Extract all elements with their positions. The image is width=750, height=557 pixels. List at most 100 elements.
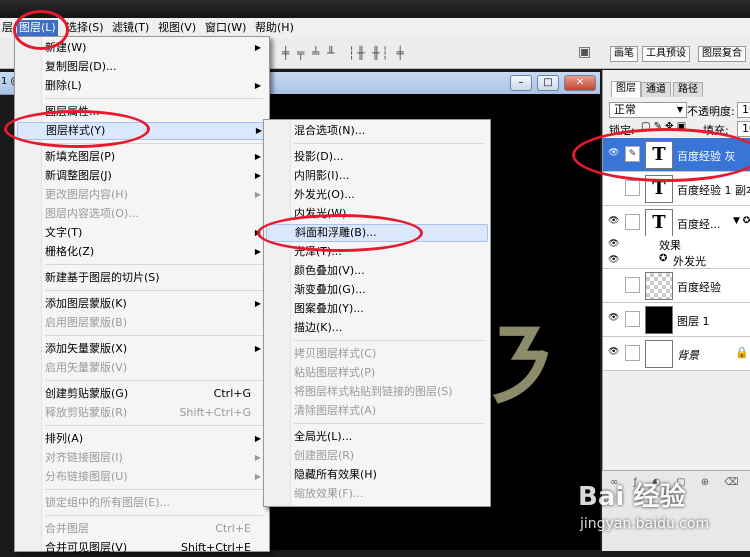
eye-icon[interactable] — [608, 279, 620, 289]
menu-item[interactable]: 渐变叠加(G)... — [266, 281, 486, 299]
distribute-icons[interactable]: ┆╫ ╫┆ ╪ — [348, 46, 406, 60]
layer-row[interactable]: 👁 背景 🔒 — [603, 337, 750, 371]
menu-item-label: 图案叠加(Y)... — [294, 302, 364, 315]
link-box[interactable] — [625, 311, 640, 327]
eye-icon[interactable]: 👁 — [608, 239, 620, 249]
eye-icon[interactable]: 👁 — [608, 313, 620, 323]
menu-item[interactable]: 外发光(O)... — [266, 186, 486, 204]
menu-item-label: 拷贝图层样式(C) — [294, 347, 377, 360]
fill-input[interactable]: 10 — [737, 121, 750, 137]
eye-icon[interactable]: 👁 — [608, 255, 620, 265]
menu-item-label: 创建图层(R) — [294, 449, 355, 462]
menu-item[interactable]: 图案叠加(Y)... — [266, 300, 486, 318]
menu-separator — [45, 380, 263, 381]
menu-item: 锁定组中的所有图层(E)... — [17, 494, 265, 512]
menu-filter[interactable]: 滤镜(T) — [110, 20, 151, 36]
eye-icon[interactable]: 👁 — [608, 216, 620, 226]
layer-row[interactable]: 👁 T 百度经... ▼ ✪ — [603, 206, 750, 240]
submenu-arrow-icon: ▶ — [254, 152, 261, 161]
menu-item[interactable]: 隐藏所有效果(H) — [266, 466, 486, 484]
menu-item[interactable]: 栅格化(Z) ▶ — [17, 243, 265, 261]
menu-item[interactable]: 添加图层蒙版(K) ▶ — [17, 295, 265, 313]
menu-item: 启用图层蒙版(B) — [17, 314, 265, 332]
menu-window[interactable]: 窗口(W) — [203, 20, 248, 36]
menu-item[interactable]: 创建剪贴蒙版(G) Ctrl+G — [17, 385, 265, 403]
effects-row[interactable]: 👁 效果 — [603, 236, 750, 252]
tab-tool-presets[interactable]: 工具预设 — [642, 46, 690, 62]
eye-icon[interactable]: 👁 — [608, 347, 620, 357]
menu-item-shortcut: Ctrl+E — [215, 522, 251, 535]
menu-item[interactable]: 描边(K)... — [266, 319, 486, 337]
maximize-button[interactable]: □ — [537, 75, 559, 91]
menu-item-label: 清除图层样式(A) — [294, 404, 377, 417]
link-box[interactable] — [625, 214, 640, 230]
menu-separator — [294, 143, 484, 144]
menu-select[interactable]: 选择(S) — [64, 20, 106, 36]
menu-item[interactable]: 合并可见图层(V) Shift+Ctrl+E — [17, 539, 265, 557]
menu-item-label: 外发光(O)... — [294, 188, 355, 201]
menu-item-label: 将图层样式粘贴到链接的图层(S) — [294, 385, 453, 398]
menu-item[interactable]: 新调整图层(J) ▶ — [17, 167, 265, 185]
menu-item-label: 合并图层 — [45, 522, 89, 535]
menu-separator — [45, 98, 263, 99]
tab-channels[interactable]: 通道 — [641, 82, 671, 97]
menu-item[interactable]: 投影(D)... — [266, 148, 486, 166]
menu-item: 缩放效果(F)... — [266, 485, 486, 503]
minimize-button[interactable]: – — [510, 75, 532, 91]
tab-paths[interactable]: 路径 — [673, 82, 703, 97]
layer-row[interactable]: 👁 图层 1 — [603, 303, 750, 337]
menu-separator — [45, 264, 263, 265]
opacity-label: 不透明度: — [687, 105, 735, 118]
submenu-arrow-icon: ▶ — [254, 299, 261, 308]
menu-item-label: 启用矢量蒙版(V) — [45, 361, 128, 374]
submenu-arrow-icon: ▶ — [254, 43, 261, 52]
menu-item[interactable]: 文字(T) ▶ — [17, 224, 265, 242]
menu-item-label: 复制图层(D)... — [45, 60, 117, 73]
menu-item-label: 启用图层蒙版(B) — [45, 316, 128, 329]
annotation-ellipse — [572, 128, 750, 182]
menu-view[interactable]: 视图(V) — [156, 20, 198, 36]
menu-item[interactable]: 内阴影(I)... — [266, 167, 486, 185]
menu-item-label: 分布链接图层(U) — [45, 470, 128, 483]
menu-item[interactable]: 删除(L) ▶ — [17, 77, 265, 95]
submenu-arrow-icon: ▶ — [254, 344, 261, 353]
opacity-input[interactable]: 10 — [737, 102, 750, 118]
menu-item[interactable]: 复制图层(D)... — [17, 58, 265, 76]
menu-item-label: 排列(A) — [45, 432, 84, 445]
black-thumb — [645, 306, 673, 334]
menu-item[interactable]: 排列(A) ▶ — [17, 430, 265, 448]
link-box[interactable] — [625, 180, 640, 196]
blend-mode-select[interactable]: 正常 ▼ — [609, 102, 687, 118]
tab-layer-comps[interactable]: 图层复合 — [698, 46, 746, 62]
layer-row[interactable]: 百度经验 — [603, 269, 750, 303]
tab-brushes[interactable]: 画笔 — [610, 46, 638, 62]
menu-item[interactable]: 新填充图层(P) ▶ — [17, 148, 265, 166]
menu-item[interactable]: 新建基于图层的切片(S) — [17, 269, 265, 287]
eye-icon[interactable] — [608, 182, 620, 192]
fill-value: 10 — [742, 122, 750, 135]
menu-item[interactable]: 颜色叠加(V)... — [266, 262, 486, 280]
submenu-arrow-icon: ▶ — [254, 434, 261, 443]
menu-item[interactable]: 添加矢量蒙版(X) ▶ — [17, 340, 265, 358]
menu-item: 分布链接图层(U) ▶ — [17, 468, 265, 486]
effect-item-row[interactable]: 👁 ✪ 外发光 — [603, 252, 750, 269]
menu-item[interactable]: 混合选项(N)... — [266, 122, 486, 140]
menu-item-label: 内阴影(I)... — [294, 169, 350, 182]
submenu-arrow-icon: ▶ — [254, 171, 261, 180]
close-button[interactable]: ✕ — [564, 75, 596, 91]
link-box[interactable] — [625, 277, 640, 293]
menu-item: 粘贴图层样式(P) — [266, 364, 486, 382]
align-icons[interactable]: ╪ ╤ ╧ ╨ — [282, 46, 336, 60]
menu-separator — [45, 425, 263, 426]
menu-item: 释放剪贴蒙版(R) Shift+Ctrl+G — [17, 404, 265, 422]
menu-help[interactable]: 帮助(H) — [253, 20, 296, 36]
fx-icon[interactable]: ▼ ✪ — [733, 216, 750, 226]
menu-item-label: 合并可见图层(V) — [45, 541, 128, 554]
tab-layers[interactable]: 图层 — [611, 81, 641, 97]
menu-item-label: 创建剪贴蒙版(G) — [45, 387, 129, 400]
menu-item: 清除图层样式(A) — [266, 402, 486, 420]
briefcase-icon[interactable]: ▣ — [578, 44, 591, 60]
link-box[interactable] — [625, 345, 640, 361]
menu-item: 对齐链接图层(I) ▶ — [17, 449, 265, 467]
menu-item[interactable]: 全局光(L)... — [266, 428, 486, 446]
